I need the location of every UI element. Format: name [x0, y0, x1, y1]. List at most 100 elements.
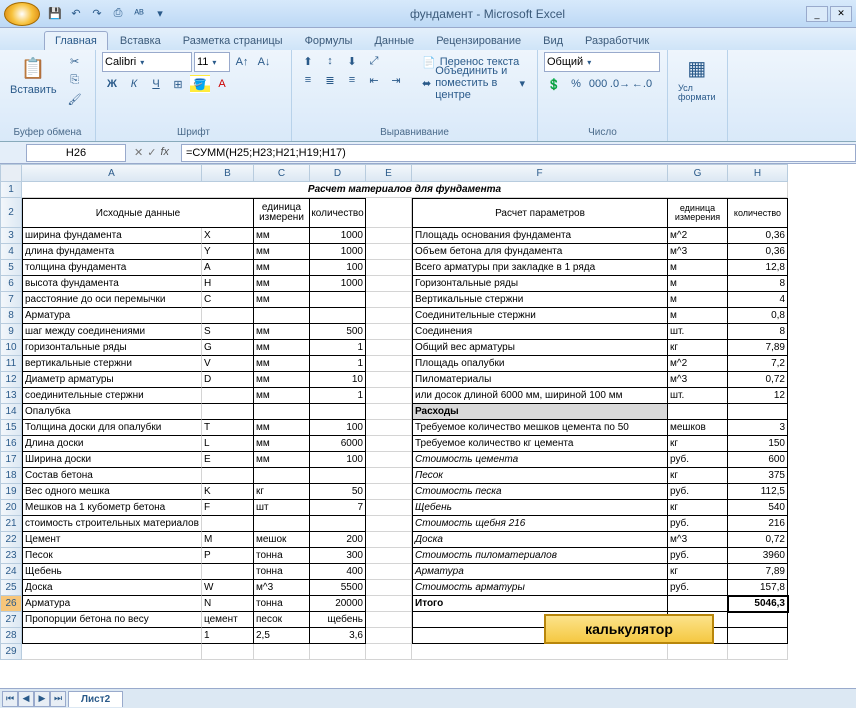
cell[interactable]: м^3: [668, 244, 728, 260]
tab-home[interactable]: Главная: [44, 31, 108, 50]
cell[interactable]: Площадь основания фундамента: [412, 228, 668, 244]
cell[interactable]: Требуемое количество кг цемента: [412, 436, 668, 452]
bold-button[interactable]: Ж: [102, 75, 122, 93]
cell[interactable]: [254, 644, 310, 660]
cell[interactable]: 1000: [310, 228, 366, 244]
cell[interactable]: руб.: [668, 548, 728, 564]
cell[interactable]: [366, 292, 412, 308]
cell[interactable]: 3,6: [310, 628, 366, 644]
cell[interactable]: толщина фундамента: [22, 260, 202, 276]
cell[interactable]: Стоимость песка: [412, 484, 668, 500]
formula-input[interactable]: [181, 144, 856, 162]
col-header-A[interactable]: A: [22, 164, 202, 182]
row-header[interactable]: 19: [0, 484, 22, 500]
cell[interactable]: Соединительные стержни: [412, 308, 668, 324]
fill-color-button[interactable]: 🪣: [190, 75, 210, 93]
cell[interactable]: 100: [310, 420, 366, 436]
cell[interactable]: кг: [668, 564, 728, 580]
cell[interactable]: 4: [728, 292, 788, 308]
cell[interactable]: мм: [254, 260, 310, 276]
cell[interactable]: L: [202, 436, 254, 452]
underline-button[interactable]: Ч: [146, 75, 166, 93]
row-header[interactable]: 5: [0, 260, 22, 276]
border-button[interactable]: ⊞: [168, 75, 188, 93]
print-icon[interactable]: ⎙: [109, 5, 127, 23]
cell[interactable]: X: [202, 228, 254, 244]
name-box[interactable]: H26: [26, 144, 126, 162]
align-right-icon[interactable]: ≡: [342, 71, 362, 89]
cell[interactable]: м^2: [668, 228, 728, 244]
row-header[interactable]: 20: [0, 500, 22, 516]
decrease-indent-icon[interactable]: ⇤: [364, 71, 384, 89]
cell[interactable]: [366, 548, 412, 564]
cell[interactable]: Горизонтальные ряды: [412, 276, 668, 292]
cell[interactable]: [366, 580, 412, 596]
cell[interactable]: G: [202, 340, 254, 356]
align-top-icon[interactable]: ⬆: [298, 52, 318, 70]
col-header-G[interactable]: G: [668, 164, 728, 182]
cell[interactable]: 400: [310, 564, 366, 580]
cell[interactable]: A: [202, 260, 254, 276]
fx-icon[interactable]: fx: [160, 146, 169, 159]
cell[interactable]: м^3: [668, 532, 728, 548]
cell[interactable]: [310, 308, 366, 324]
row-header[interactable]: 4: [0, 244, 22, 260]
cell[interactable]: W: [202, 580, 254, 596]
first-sheet-button[interactable]: ⏮: [2, 691, 18, 707]
cell[interactable]: Вес одного мешка: [22, 484, 202, 500]
currency-icon[interactable]: 💲: [544, 75, 564, 93]
cell[interactable]: тонна: [254, 548, 310, 564]
row-header[interactable]: 18: [0, 468, 22, 484]
cell[interactable]: кг: [668, 500, 728, 516]
tab-formulas[interactable]: Формулы: [295, 32, 363, 50]
cell[interactable]: [668, 404, 728, 420]
cell[interactable]: Арматура: [22, 596, 202, 612]
cell[interactable]: 1: [310, 356, 366, 372]
cell[interactable]: мм: [254, 292, 310, 308]
cell[interactable]: мешков: [668, 420, 728, 436]
cell[interactable]: 8: [728, 324, 788, 340]
cell[interactable]: Стоимость пиломатериалов: [412, 548, 668, 564]
align-middle-icon[interactable]: ↕: [320, 52, 340, 70]
cell[interactable]: мешок: [254, 532, 310, 548]
cell[interactable]: тонна: [254, 564, 310, 580]
cell[interactable]: 1000: [310, 276, 366, 292]
cell[interactable]: длина фундамента: [22, 244, 202, 260]
cell[interactable]: [366, 228, 412, 244]
cell[interactable]: шт.: [668, 324, 728, 340]
col-header-F[interactable]: F: [412, 164, 668, 182]
cell[interactable]: 1: [202, 628, 254, 644]
format-painter-icon[interactable]: 🖌: [65, 90, 85, 108]
cell[interactable]: 2,5: [254, 628, 310, 644]
cell[interactable]: количество: [728, 198, 788, 228]
cell[interactable]: Доска: [412, 532, 668, 548]
cell[interactable]: 8: [728, 276, 788, 292]
cell[interactable]: Песок: [412, 468, 668, 484]
cell[interactable]: 50: [310, 484, 366, 500]
row-header[interactable]: 2: [0, 198, 22, 228]
cell[interactable]: Арматура: [412, 564, 668, 580]
cell[interactable]: Площадь опалубки: [412, 356, 668, 372]
cell[interactable]: Общий вес арматуры: [412, 340, 668, 356]
cell[interactable]: 1: [310, 340, 366, 356]
cell[interactable]: 540: [728, 500, 788, 516]
cell[interactable]: [366, 244, 412, 260]
cell[interactable]: [310, 516, 366, 532]
cell[interactable]: [366, 468, 412, 484]
cell[interactable]: 6000: [310, 436, 366, 452]
cell[interactable]: [668, 644, 728, 660]
cell[interactable]: V: [202, 356, 254, 372]
cell[interactable]: [202, 404, 254, 420]
cell[interactable]: Песок: [22, 548, 202, 564]
decrease-decimal-icon[interactable]: ←.0: [632, 75, 652, 93]
font-color-button[interactable]: A: [212, 75, 232, 93]
cell[interactable]: [254, 404, 310, 420]
col-header-H[interactable]: H: [728, 164, 788, 182]
cell[interactable]: [366, 452, 412, 468]
cell[interactable]: [202, 564, 254, 580]
cell[interactable]: [412, 644, 668, 660]
cell[interactable]: руб.: [668, 580, 728, 596]
cell[interactable]: Расходы: [412, 404, 668, 420]
cell[interactable]: м^3: [254, 580, 310, 596]
row-header[interactable]: 17: [0, 452, 22, 468]
